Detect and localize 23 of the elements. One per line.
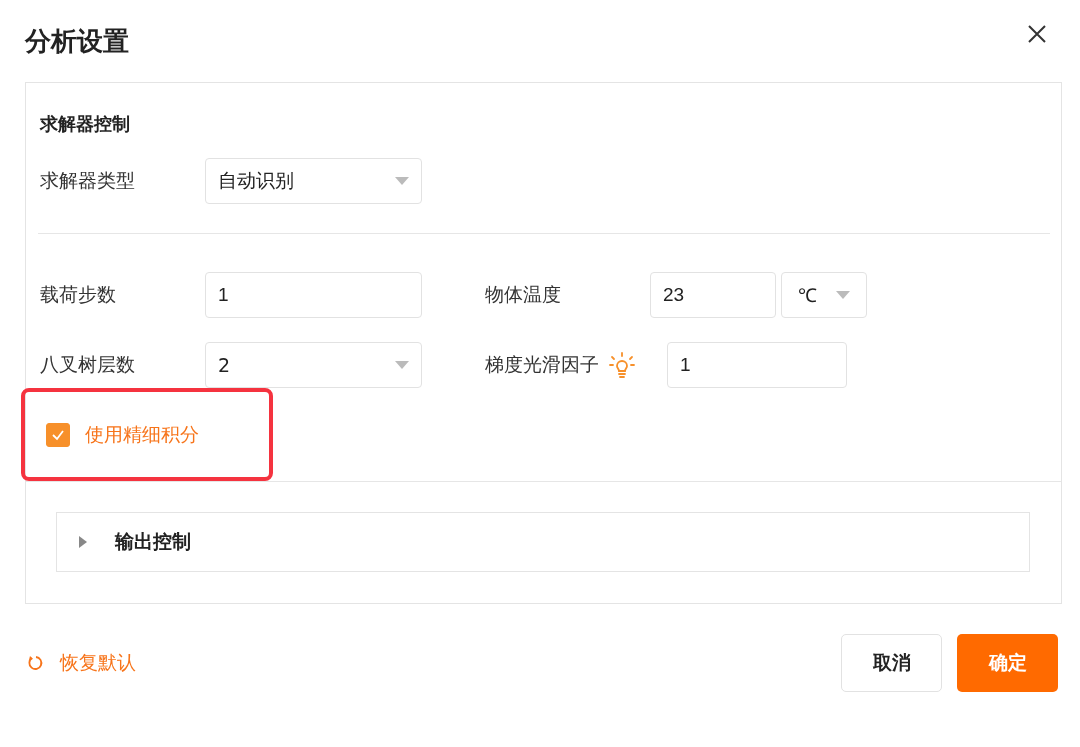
lightbulb-icon[interactable] <box>609 352 635 378</box>
field-label: 八叉树层数 <box>40 352 136 377</box>
field-label: 物体温度 <box>485 282 562 307</box>
field-label: 求解器类型 <box>40 168 136 193</box>
section-title: 求解器控制 <box>40 112 131 136</box>
solver-type-select[interactable]: 自动识别 <box>205 158 422 204</box>
caret-icon <box>395 177 409 185</box>
collapse-title: 输出控制 <box>115 529 191 554</box>
field-label: 载荷步数 <box>40 282 117 307</box>
field-label: 梯度光滑因子 <box>485 352 599 377</box>
caret-icon <box>395 361 409 369</box>
reset-icon <box>28 655 44 671</box>
unit-select[interactable]: ℃ <box>781 272 867 318</box>
input-field[interactable]: 1 <box>667 342 847 388</box>
checkbox[interactable] <box>46 422 70 447</box>
cancel-button[interactable]: 取消 <box>841 634 942 692</box>
close-icon[interactable] <box>1027 24 1047 44</box>
dialog-title: 分析设置 <box>25 25 129 58</box>
caret-icon <box>836 291 850 299</box>
input-field[interactable]: 1 <box>205 272 422 318</box>
input-field[interactable]: 23 <box>650 272 776 318</box>
select-field[interactable]: 2 <box>205 342 422 388</box>
collapse-panel[interactable]: 输出控制 <box>56 512 1030 572</box>
